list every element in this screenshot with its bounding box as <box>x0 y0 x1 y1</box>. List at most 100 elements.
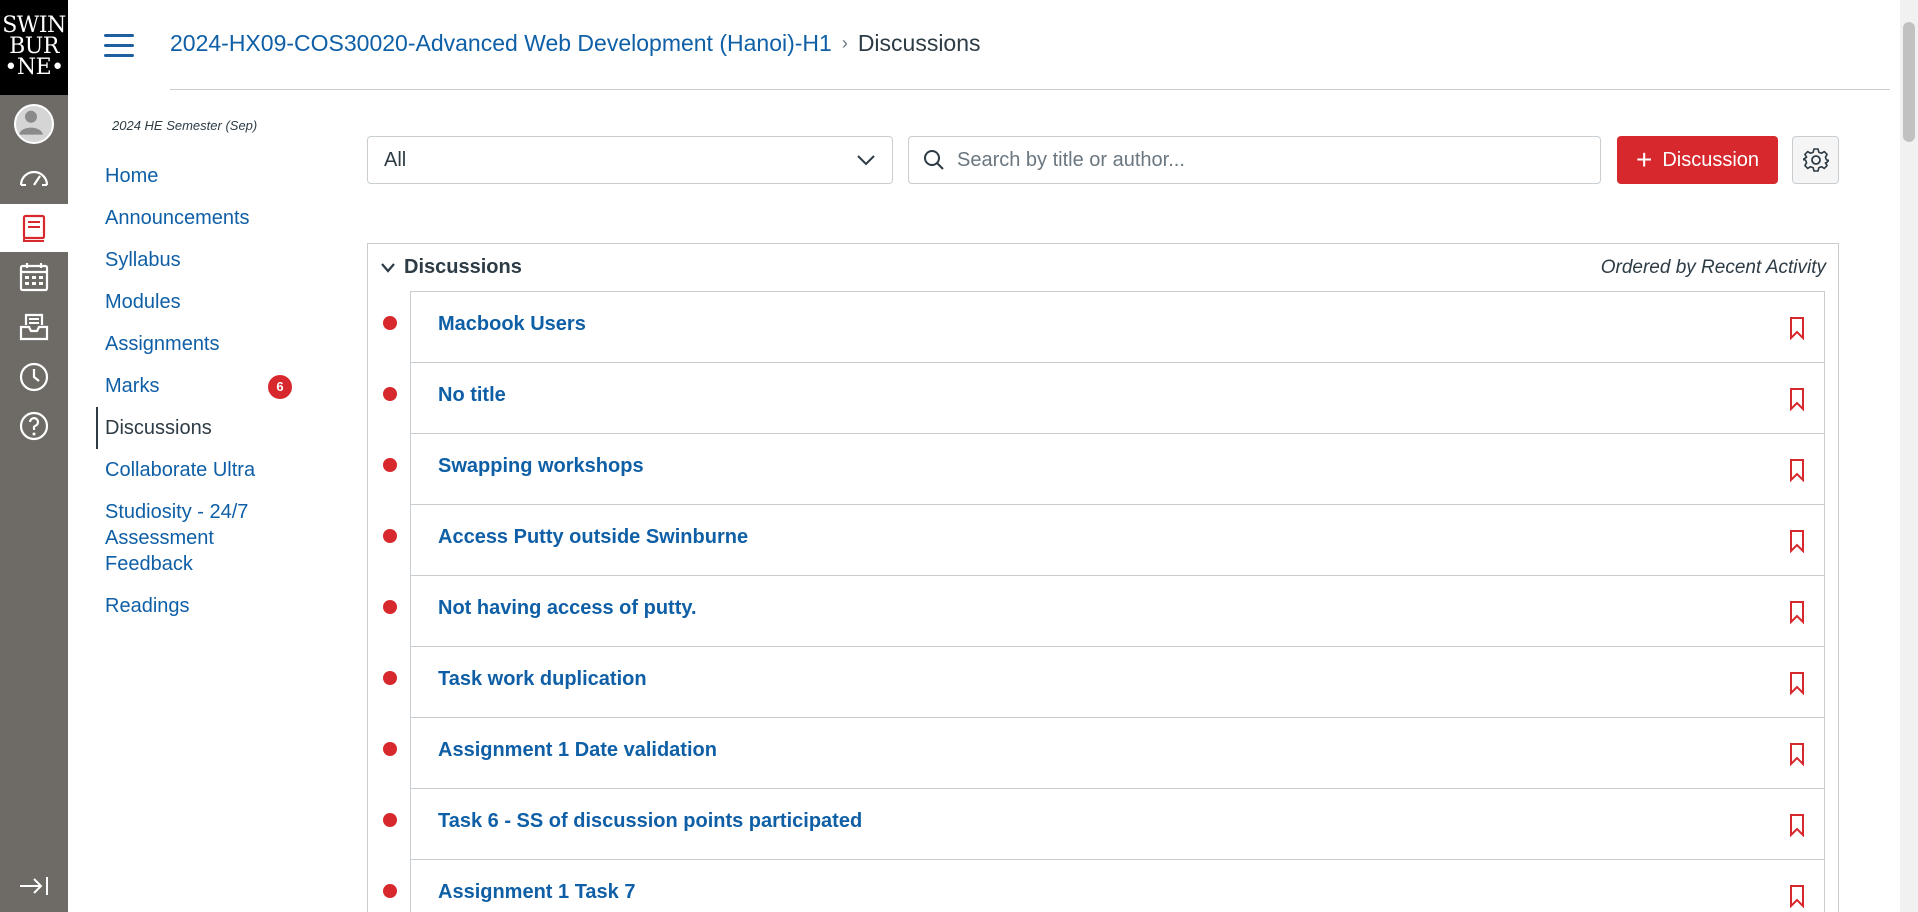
discussion-card[interactable]: No title <box>410 362 1825 434</box>
discussion-card[interactable]: Swapping workshops <box>410 433 1825 505</box>
search-icon <box>924 150 944 170</box>
course-nav-collaborate-ultra[interactable]: Collaborate Ultra <box>98 449 308 491</box>
sort-order-label: Ordered by Recent Activity <box>1600 256 1826 278</box>
header-divider <box>170 89 1890 90</box>
bookmark-icon[interactable] <box>1788 671 1806 695</box>
global-nav: SWIN BUR •NE• <box>0 0 68 912</box>
discussion-list-header: Discussions Ordered by Recent Activity <box>368 244 1838 291</box>
courses-icon <box>22 214 46 242</box>
global-nav-account[interactable] <box>0 100 68 148</box>
chevron-down-icon <box>381 262 395 273</box>
page-header: 2024-HX09-COS30020-Advanced Web Developm… <box>68 0 1918 90</box>
discussion-title-link[interactable]: Access Putty outside Swinburne <box>438 526 748 549</box>
unread-indicator-icon <box>383 742 397 756</box>
discussion-title-link[interactable]: Task 6 - SS of discussion points partici… <box>438 810 862 833</box>
course-nav-modules[interactable]: Modules <box>98 281 308 323</box>
inbox-icon <box>19 313 49 341</box>
discussion-row: Task 6 - SS of discussion points partici… <box>368 788 1838 860</box>
discussion-card[interactable]: Assignment 1 Task 7 <box>410 859 1825 912</box>
discussion-filter-select[interactable]: All <box>367 136 893 184</box>
course-nav-discussions[interactable]: Discussions <box>96 407 308 449</box>
bookmark-icon[interactable] <box>1788 742 1806 766</box>
page-scrollbar-thumb[interactable] <box>1903 22 1915 142</box>
chevron-down-icon <box>857 155 875 166</box>
global-nav-dashboard[interactable] <box>0 154 68 202</box>
collapse-nav-icon <box>20 877 48 895</box>
unread-indicator-icon <box>383 316 397 330</box>
bookmark-icon[interactable] <box>1788 884 1806 908</box>
discussion-card[interactable]: Task 6 - SS of discussion points partici… <box>410 788 1825 860</box>
breadcrumb-separator-icon: › <box>841 33 848 53</box>
course-nav-readings[interactable]: Readings <box>98 585 308 627</box>
discussion-card[interactable]: Macbook Users <box>410 291 1825 363</box>
logo-line-2: BUR <box>9 34 59 59</box>
global-nav-help[interactable] <box>0 402 68 450</box>
discussion-row: No title <box>368 362 1838 434</box>
bookmark-icon[interactable] <box>1788 529 1806 553</box>
discussion-title-link[interactable]: No title <box>438 384 506 407</box>
discussion-section-toggle[interactable]: Discussions <box>380 256 522 279</box>
global-nav-courses[interactable] <box>0 204 68 252</box>
term-label: 2024 HE Semester (Sep) <box>112 118 258 133</box>
unread-indicator-icon <box>383 884 397 898</box>
search-field <box>908 136 1601 184</box>
add-discussion-button[interactable]: + Discussion <box>1617 136 1778 184</box>
discussion-row: Task work duplication <box>368 646 1838 718</box>
discussion-title-link[interactable]: Swapping workshops <box>438 455 644 478</box>
discussion-card[interactable]: Assignment 1 Date validation <box>410 717 1825 789</box>
discussion-row: Assignment 1 Date validation <box>368 717 1838 789</box>
search-input[interactable] <box>957 148 1557 172</box>
dashboard-icon <box>19 170 49 186</box>
discussion-row: Swapping workshops <box>368 433 1838 505</box>
breadcrumb-course-link[interactable]: 2024-HX09-COS30020-Advanced Web Developm… <box>170 30 832 57</box>
course-nav-announcements[interactable]: Announcements <box>98 197 308 239</box>
course-nav-marks-label: Marks <box>105 375 160 397</box>
logo-line-1: SWIN <box>2 13 66 38</box>
calendar-icon <box>19 263 49 292</box>
add-discussion-label: Discussion <box>1662 148 1760 171</box>
bookmark-icon[interactable] <box>1788 600 1806 624</box>
discussion-row: Assignment 1 Task 7 <box>368 859 1838 912</box>
course-nav-home[interactable]: Home <box>98 155 308 197</box>
course-nav-syllabus[interactable]: Syllabus <box>98 239 308 281</box>
discussion-card[interactable]: Not having access of putty. <box>410 575 1825 647</box>
unread-indicator-icon <box>383 529 397 543</box>
swinburne-logo[interactable]: SWIN BUR •NE• <box>0 0 68 95</box>
help-icon <box>19 411 49 441</box>
discussion-card[interactable]: Task work duplication <box>410 646 1825 718</box>
bookmark-icon[interactable] <box>1788 458 1806 482</box>
settings-button[interactable] <box>1792 136 1839 184</box>
discussion-title-link[interactable]: Assignment 1 Task 7 <box>438 881 635 904</box>
discussion-card[interactable]: Access Putty outside Swinburne <box>410 504 1825 576</box>
collapse-nav-button[interactable] <box>0 862 68 910</box>
history-icon <box>19 362 49 392</box>
discussion-title-link[interactable]: Macbook Users <box>438 313 586 336</box>
global-nav-calendar[interactable] <box>0 253 68 301</box>
discussion-row: Not having access of putty. <box>368 575 1838 647</box>
unread-indicator-icon <box>383 813 397 827</box>
bookmark-icon[interactable] <box>1788 813 1806 837</box>
bookmark-icon[interactable] <box>1788 387 1806 411</box>
course-nav-assignments[interactable]: Assignments <box>98 323 308 365</box>
hamburger-menu-button[interactable] <box>104 34 134 58</box>
discussion-list: Discussions Ordered by Recent Activity M… <box>367 243 1839 912</box>
discussion-row: Macbook Users <box>368 291 1838 363</box>
discussion-title-link[interactable]: Assignment 1 Date validation <box>438 739 717 762</box>
course-nav: 2024 HE Semester (Sep) Home Announcement… <box>96 118 308 627</box>
discussion-title-link[interactable]: Task work duplication <box>438 668 647 691</box>
unread-indicator-icon <box>383 671 397 685</box>
discussion-row: Access Putty outside Swinburne <box>368 504 1838 576</box>
plus-icon: + <box>1635 144 1653 175</box>
breadcrumb-current-page: Discussions <box>857 30 981 56</box>
discussion-title-link[interactable]: Not having access of putty. <box>438 597 697 620</box>
bookmark-icon[interactable] <box>1788 316 1806 340</box>
global-nav-inbox[interactable] <box>0 303 68 351</box>
logo-line-3: •NE• <box>4 55 64 80</box>
unread-indicator-icon <box>383 600 397 614</box>
unread-indicator-icon <box>383 387 397 401</box>
unread-indicator-icon <box>383 458 397 472</box>
marks-count-badge: 6 <box>268 375 292 399</box>
course-nav-marks[interactable]: Marks 6 <box>98 365 308 407</box>
course-nav-studiosity[interactable]: Studiosity - 24/7 Assessment Feedback <box>98 491 268 585</box>
global-nav-history[interactable] <box>0 353 68 401</box>
